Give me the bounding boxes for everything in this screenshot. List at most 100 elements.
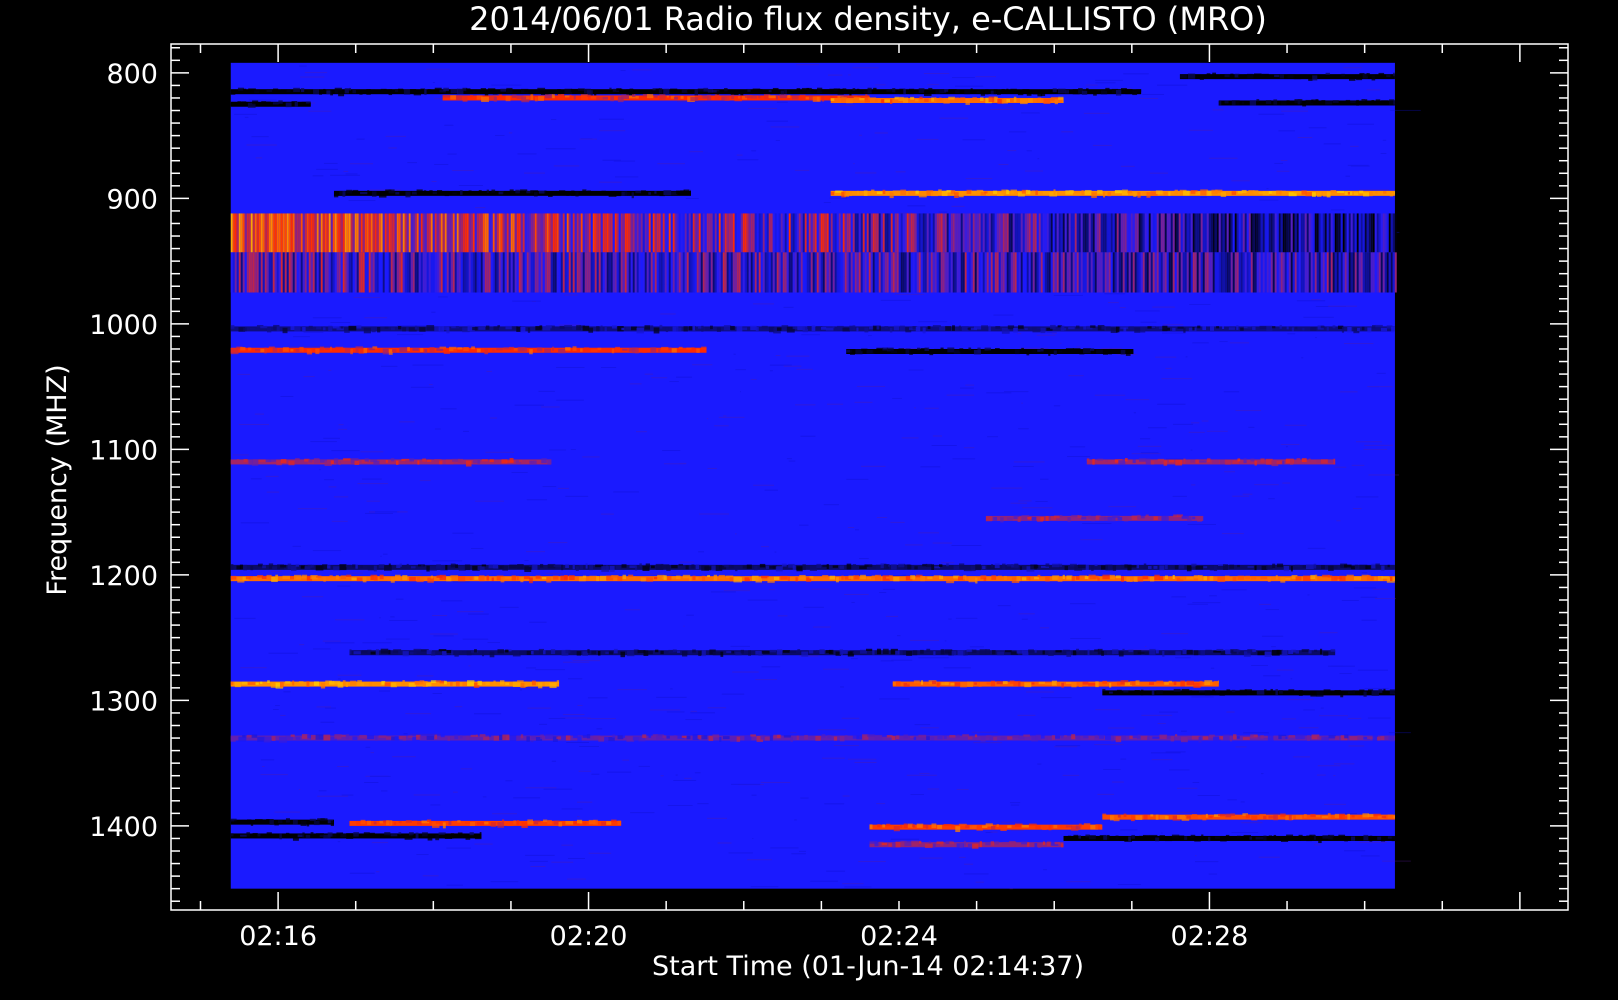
stripe-mark	[780, 213, 783, 253]
stripe-mark	[566, 213, 569, 253]
stripe-mark	[1308, 252, 1311, 293]
band-speck	[635, 96, 639, 99]
stripe-mark	[662, 252, 665, 293]
noise-speck	[827, 74, 843, 76]
band-speck	[650, 325, 654, 329]
band-speck	[1184, 836, 1188, 840]
band-speck	[1264, 651, 1272, 657]
stripe-mark	[384, 213, 387, 253]
band-speck	[802, 564, 806, 570]
stripe-mark	[394, 213, 397, 253]
stripe-mark	[972, 213, 975, 253]
band-speck	[294, 574, 302, 580]
noise-speck	[1345, 813, 1357, 815]
band-speck	[1193, 650, 1199, 656]
stripe-mark	[1130, 213, 1133, 253]
band-speck	[1254, 460, 1257, 466]
band-speck	[1003, 575, 1007, 581]
band-speck	[631, 326, 637, 331]
stripe-mark	[546, 252, 549, 293]
band-speck	[1375, 99, 1381, 102]
band-speck	[499, 680, 505, 685]
band-speck	[384, 832, 391, 836]
noise-speck	[303, 331, 324, 333]
band-speck	[257, 563, 263, 567]
stripe-mark	[922, 252, 925, 293]
stripe-mark	[512, 213, 515, 253]
band-speck	[255, 682, 259, 685]
band-speck	[1027, 842, 1030, 847]
stripe-mark	[696, 252, 699, 293]
stripe-mark	[1212, 213, 1215, 253]
band-speck	[467, 680, 475, 686]
noise-speck	[430, 633, 458, 635]
stripe-mark	[532, 213, 535, 253]
stripe-mark	[1050, 213, 1053, 253]
stripe-mark	[1236, 252, 1239, 293]
noise-speck	[751, 794, 757, 796]
band-speck	[980, 90, 986, 96]
band-speck	[620, 651, 625, 658]
band-speck	[1014, 823, 1023, 827]
noise-speck	[753, 303, 775, 305]
band-speck	[241, 101, 247, 107]
stripe-mark	[1224, 252, 1227, 293]
stripe-mark	[440, 213, 443, 253]
stripe-mark	[302, 252, 305, 293]
band-speck	[1051, 563, 1060, 568]
stripe-mark	[362, 252, 365, 293]
band-speck	[230, 89, 236, 95]
stripe-mark	[908, 252, 911, 293]
noise-speck	[529, 621, 547, 623]
band-speck	[1333, 75, 1339, 78]
band-speck	[477, 680, 482, 686]
band-speck	[1021, 841, 1028, 845]
noise-speck	[649, 709, 681, 711]
band-speck	[1179, 74, 1187, 79]
stripe-mark	[1178, 252, 1181, 293]
noise-speck	[1022, 507, 1053, 509]
noise-speck	[651, 377, 668, 379]
stripe-mark	[1072, 213, 1075, 253]
band-speck	[560, 735, 566, 742]
stripe-mark	[760, 213, 763, 253]
band-speck	[796, 566, 803, 572]
band-speck	[596, 191, 600, 195]
noise-speck	[322, 640, 341, 642]
stripe-mark	[558, 213, 561, 253]
noise-speck	[364, 512, 394, 514]
band-speck	[1295, 576, 1302, 581]
stripe-mark	[1098, 252, 1101, 293]
band-speck	[454, 734, 459, 740]
stripe-mark	[992, 213, 995, 253]
stripe-mark	[720, 213, 723, 253]
stripe-mark	[378, 213, 381, 253]
noise-speck	[1069, 603, 1096, 605]
stripe-mark	[1152, 213, 1155, 253]
stripe-mark	[736, 213, 739, 253]
noise-speck	[1007, 150, 1017, 152]
band-speck	[315, 348, 320, 355]
band-speck	[1083, 347, 1091, 354]
stripe-mark	[1304, 213, 1307, 253]
stripe-mark	[810, 252, 813, 293]
band-speck	[1134, 327, 1141, 333]
band-speck	[925, 824, 929, 829]
band-speck	[736, 325, 743, 332]
band-speck	[314, 681, 319, 686]
stripe-mark	[974, 213, 977, 253]
band-speck	[931, 97, 935, 102]
stripe-mark	[814, 213, 817, 253]
stripe-mark	[382, 252, 385, 293]
stripe-mark	[550, 213, 553, 253]
band-speck	[463, 347, 469, 351]
band-speck	[967, 681, 973, 687]
band-speck	[533, 191, 538, 197]
band-speck	[604, 736, 609, 743]
stripe-mark	[1332, 252, 1335, 293]
stripe-mark	[1260, 252, 1263, 293]
band-speck	[1273, 99, 1278, 105]
band-speck	[792, 95, 799, 100]
band-speck	[776, 327, 782, 331]
band-speck	[527, 819, 533, 825]
